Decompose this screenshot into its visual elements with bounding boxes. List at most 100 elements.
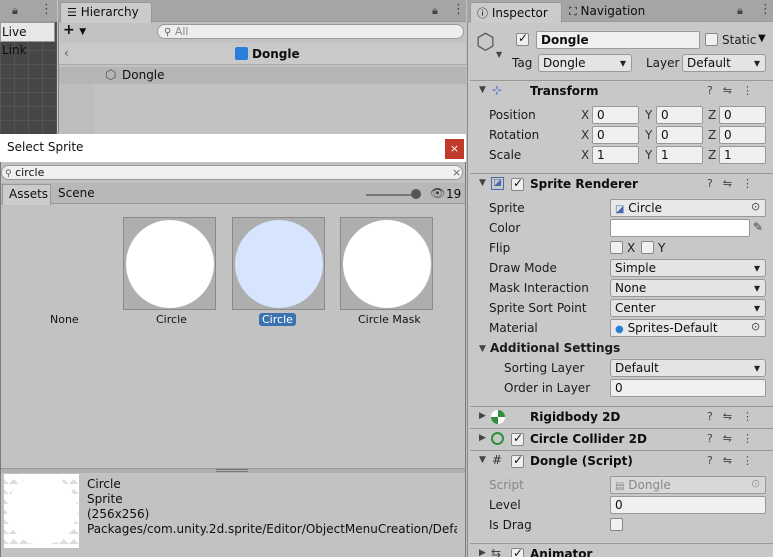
additional-settings-label[interactable]: Additional Settings	[490, 341, 620, 355]
rotation-x-field[interactable]: 0	[592, 126, 639, 144]
sprite-item-none-label[interactable]: None	[50, 313, 79, 326]
position-x-field[interactable]: 0	[592, 106, 639, 124]
component-icons[interactable]: ?⇋⋮	[707, 432, 763, 445]
scene-lock-icon[interactable]: 🔒︎	[12, 4, 18, 18]
preview-name: Circle	[87, 477, 121, 491]
hierarchy-search-input[interactable]: ⚲ All	[157, 24, 464, 39]
scale-z-field[interactable]: 1	[719, 146, 766, 164]
inspector-menu-icon[interactable]: ⋮	[759, 2, 772, 17]
back-arrow-icon[interactable]: ‹	[64, 46, 69, 60]
rotation-x-label: X	[581, 128, 590, 142]
preview-size: (256x256)	[87, 507, 150, 521]
active-checkbox[interactable]	[516, 31, 529, 46]
eyedropper-icon[interactable]: ✎	[753, 220, 763, 234]
circle-collider-header[interactable]: ▶ Circle Collider 2D ?⇋⋮	[470, 428, 773, 450]
flip-x-checkbox[interactable]	[610, 241, 623, 254]
sprite-renderer-icon: ◪	[491, 177, 504, 190]
sprite-picker-icon[interactable]: ⊙	[751, 200, 760, 213]
inspector-lock-icon[interactable]: 🔒︎	[737, 4, 743, 18]
script-asset-icon: ▤	[615, 481, 625, 492]
gameobject-icon-dropdown: ▼	[496, 50, 503, 59]
layer-dropdown[interactable]: Default	[682, 54, 766, 72]
hidden-count-eye-icon[interactable]: 👁︎	[430, 186, 445, 200]
sprite-renderer-enabled-checkbox[interactable]	[511, 176, 524, 191]
scene-menu-icon[interactable]: ⋮	[40, 2, 53, 17]
sprite-item-circle-selected-label[interactable]: Circle	[259, 313, 296, 326]
tag-dropdown[interactable]: Dongle	[538, 54, 632, 72]
sprite-label: Sprite	[489, 201, 525, 215]
is-drag-checkbox[interactable]	[610, 518, 623, 531]
component-icons[interactable]: ?⇋⋮	[707, 84, 763, 97]
fold-arrow-icon[interactable]: ▼	[479, 85, 486, 95]
sprite-field[interactable]: ◪ Circle	[610, 199, 766, 217]
hierarchy-row-label: Dongle	[122, 68, 165, 82]
script-enabled-checkbox[interactable]	[511, 453, 524, 468]
color-field[interactable]	[610, 219, 750, 237]
sprite-asset-icon: ◪	[615, 204, 625, 215]
fold-arrow-icon[interactable]: ▶	[479, 548, 486, 557]
zoom-slider-handle[interactable]	[411, 189, 421, 199]
material-picker-icon[interactable]: ⊙	[751, 320, 760, 333]
animator-enabled-checkbox[interactable]	[511, 546, 524, 557]
live-link-button[interactable]: Live Link	[0, 22, 55, 57]
sorting-layer-dropdown[interactable]: Default	[610, 359, 766, 377]
static-dropdown-icon[interactable]: ▼	[758, 33, 766, 44]
position-z-field[interactable]: 0	[719, 106, 766, 124]
gameobject-icon[interactable]: ⬡	[476, 30, 495, 55]
collider-enabled-checkbox[interactable]	[511, 431, 524, 446]
flip-y-checkbox[interactable]	[641, 241, 654, 254]
fold-arrow-icon[interactable]: ▶	[479, 411, 486, 421]
position-y-field[interactable]: 0	[656, 106, 703, 124]
animator-header[interactable]: ▶ ⇆ Animator	[470, 543, 773, 557]
fold-arrow-icon[interactable]: ▼	[479, 178, 486, 188]
hierarchy-row[interactable]	[59, 67, 466, 84]
draw-mode-dropdown[interactable]: Simple	[610, 259, 766, 277]
component-icons[interactable]: ?⇋⋮	[707, 410, 763, 423]
static-label: Static	[722, 33, 757, 47]
position-label: Position	[489, 108, 536, 122]
sprite-renderer-title: Sprite Renderer	[530, 177, 638, 191]
gameobject-cube-icon: ⬡	[105, 68, 117, 83]
sprite-thumb-circle-selected[interactable]	[232, 217, 325, 310]
tab-navigation[interactable]: ⛶ Navigation	[563, 2, 663, 23]
transform-header[interactable]: ▼ ⊹ Transform ?⇋⋮	[470, 80, 773, 102]
hierarchy-tab-icon: ☰	[67, 6, 77, 19]
sprite-thumb-circle[interactable]	[123, 217, 216, 310]
static-checkbox[interactable]	[705, 33, 718, 46]
sprite-item-circle-label[interactable]: Circle	[156, 313, 187, 326]
fold-arrow-icon[interactable]: ▼	[479, 455, 486, 465]
component-icons[interactable]: ?⇋⋮	[707, 177, 763, 190]
tab-scene[interactable]: Scene	[52, 184, 102, 204]
close-button[interactable]: ×	[445, 139, 464, 159]
sprite-search-input[interactable]: ⚲ circle	[1, 165, 463, 180]
tab-assets[interactable]: Assets	[2, 184, 51, 205]
additional-settings-fold-icon[interactable]: ▼	[479, 344, 486, 354]
level-field[interactable]: 0	[610, 496, 766, 514]
sprite-sort-point-dropdown[interactable]: Center	[610, 299, 766, 317]
position-z-label: Z	[708, 108, 717, 122]
fold-arrow-icon[interactable]: ▶	[479, 433, 486, 443]
component-icons[interactable]: ?⇋⋮	[707, 454, 763, 467]
tab-inspector[interactable]: ⓘ Inspector	[470, 2, 562, 23]
script-field: ▤ Dongle	[610, 476, 766, 494]
rotation-z-field[interactable]: 0	[719, 126, 766, 144]
order-in-layer-label: Order in Layer	[504, 381, 591, 395]
clear-search-icon[interactable]: ×	[452, 166, 461, 179]
hierarchy-menu-icon[interactable]: ⋮	[452, 2, 465, 17]
scale-y-field[interactable]: 1	[656, 146, 703, 164]
mask-interaction-dropdown[interactable]: None	[610, 279, 766, 297]
hierarchy-lock-icon[interactable]: 🔒︎	[432, 4, 438, 18]
order-in-layer-field[interactable]: 0	[610, 379, 766, 397]
rigidbody2d-header[interactable]: ▶ Rigidbody 2D ?⇋⋮	[470, 406, 773, 428]
scale-x-field[interactable]: 1	[592, 146, 639, 164]
sprite-thumb-circle-mask[interactable]	[340, 217, 433, 310]
dongle-script-header[interactable]: ▼ # Dongle (Script) ?⇋⋮	[470, 450, 773, 472]
tab-hierarchy[interactable]: ☰ Hierarchy	[60, 2, 152, 23]
add-dropdown-icon: ▼	[79, 27, 87, 37]
rotation-y-field[interactable]: 0	[656, 126, 703, 144]
sprite-renderer-header[interactable]: ▼ ◪ Sprite Renderer ?⇋⋮	[470, 173, 773, 195]
object-name-field[interactable]: Dongle	[536, 31, 700, 49]
material-field[interactable]: ● Sprites-Default	[610, 319, 766, 337]
sprite-item-circle-mask-label[interactable]: Circle Mask	[358, 313, 421, 326]
hierarchy-add-button[interactable]: + ▼	[63, 23, 93, 39]
